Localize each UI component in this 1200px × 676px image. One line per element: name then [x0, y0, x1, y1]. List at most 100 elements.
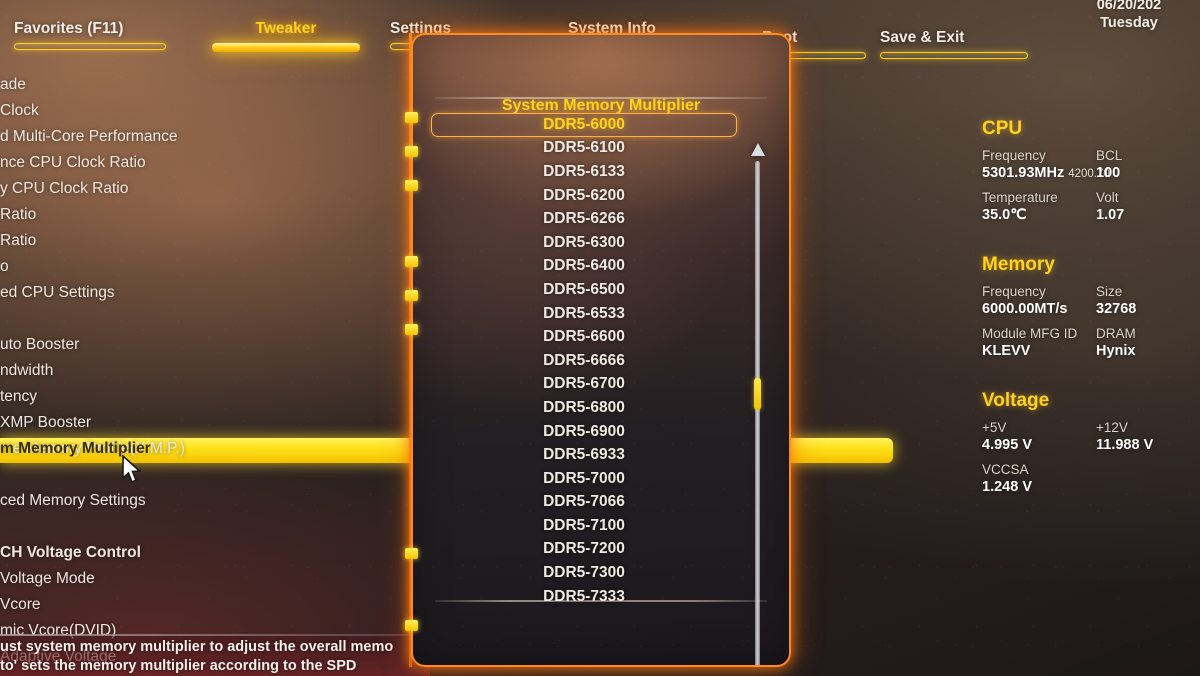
- cpu-voltage-value: 1.07: [1096, 207, 1125, 223]
- sidebar-row-marker: [405, 324, 418, 335]
- option-item[interactable]: DDR5-6300: [431, 231, 737, 255]
- sidebar-row-marker: [405, 256, 418, 267]
- scroll-up-arrow-icon[interactable]: [751, 143, 765, 156]
- sidebar-item-label: ced Memory Settings: [0, 492, 146, 509]
- sidebar-item[interactable]: Ratio: [0, 228, 410, 254]
- option-item[interactable]: DDR5-7066: [431, 491, 737, 515]
- sidebar-item[interactable]: tency: [0, 384, 410, 410]
- voltage-panel: Voltage +5V 4.995 V VCCSA 1.248 V +12V 1…: [982, 390, 1200, 504]
- option-label: DDR5-7300: [543, 564, 625, 582]
- mouse-cursor: [122, 455, 142, 484]
- option-item[interactable]: DDR5-7300: [431, 561, 737, 585]
- option-item[interactable]: DDR5-6800: [431, 396, 737, 420]
- sidebar-item[interactable]: ndwidth: [0, 358, 410, 384]
- memory-size-label: Size: [1096, 284, 1123, 299]
- nav-tab-label: Favorites (F11): [14, 20, 124, 37]
- memory-frequency-value: 6000.00MT/s: [982, 301, 1068, 317]
- option-item[interactable]: DDR5-7100: [431, 514, 737, 538]
- scrollbar-thumb[interactable]: [754, 378, 761, 410]
- sidebar-item-label: Vcore: [0, 596, 41, 613]
- scrollbar-track[interactable]: [755, 161, 760, 665]
- day-text: Tuesday: [1100, 14, 1158, 31]
- sidebar-item[interactable]: CH Voltage Control: [0, 540, 410, 566]
- sidebar-item-label: y CPU Clock Ratio: [0, 180, 129, 197]
- option-label: DDR5-6200: [543, 186, 625, 204]
- sidebar-item-label: uto Booster: [0, 336, 80, 353]
- sidebar-item[interactable]: ced Memory Settings: [0, 488, 410, 514]
- option-label: DDR5-6000: [543, 115, 625, 133]
- option-item[interactable]: DDR5-7000: [431, 467, 737, 491]
- option-item[interactable]: DDR5-6133: [431, 160, 737, 184]
- option-label: DDR5-6266: [543, 210, 625, 228]
- dialog-scrollbar[interactable]: [749, 141, 767, 665]
- cpu-bclk-label: BCL: [1096, 148, 1123, 163]
- sidebar-item-label: XMP Booster: [0, 414, 92, 431]
- memory-size-value: 32768: [1096, 301, 1137, 317]
- cpu-frequency-value: 5301.93MHz 4200.70: [982, 165, 1110, 181]
- option-item[interactable]: DDR5-6400: [431, 255, 737, 279]
- sidebar-row-marker: [405, 290, 418, 301]
- memory-panel-title: Memory: [982, 254, 1055, 275]
- sidebar-item[interactable]: XMP Booster: [0, 410, 410, 436]
- option-label: DDR5-6100: [543, 139, 625, 157]
- nav-tab-underline: [212, 43, 360, 52]
- option-item-selected[interactable]: DDR5-6000: [431, 113, 737, 137]
- memory-panel: Memory Frequency 6000.00MT/s Module MFG …: [982, 254, 1200, 368]
- option-label: DDR5-6133: [543, 162, 625, 180]
- sidebar-item[interactable]: [0, 462, 410, 488]
- sidebar-row-marker: [405, 112, 418, 123]
- option-item[interactable]: DDR5-7200: [431, 538, 737, 562]
- cpu-temperature-value: 35.0℃: [982, 207, 1027, 223]
- option-item[interactable]: DDR5-7333: [431, 585, 737, 609]
- option-label: DDR5-6700: [543, 375, 625, 393]
- sidebar-item[interactable]: Voltage Mode: [0, 566, 410, 592]
- voltage-12v-value: 11.988 V: [1096, 437, 1154, 453]
- sidebar-row-marker: [405, 180, 418, 191]
- sidebar-item[interactable]: y CPU Clock Ratio: [0, 176, 410, 202]
- nav-tab-underline: [14, 43, 166, 50]
- option-label: DDR5-6900: [543, 422, 625, 440]
- nav-tab-label: Tweaker: [255, 20, 317, 37]
- sidebar-item[interactable]: Ratio: [0, 202, 410, 228]
- sidebar-item[interactable]: ed CPU Settings: [0, 280, 410, 306]
- cpu-bclk-value: 100: [1096, 165, 1121, 181]
- memory-dram-value: Hynix: [1096, 343, 1136, 359]
- option-item[interactable]: DDR5-6700: [431, 373, 737, 397]
- memory-multiplier-option-list[interactable]: DDR5-6000 DDR5-6100 DDR5-6133 DDR5-6200 DDR5…: [431, 113, 737, 608]
- sidebar-item-label: d Multi-Core Performance: [0, 128, 178, 145]
- option-label: DDR5-6666: [543, 351, 625, 369]
- option-item[interactable]: DDR5-6200: [431, 184, 737, 208]
- option-item[interactable]: DDR5-6500: [431, 278, 737, 302]
- nav-tab-favorites-f11[interactable]: Favorites (F11): [14, 20, 166, 50]
- sidebar-item[interactable]: Clock: [0, 98, 410, 124]
- sidebar-item-label: o: [0, 258, 9, 275]
- option-item[interactable]: DDR5-6266: [431, 207, 737, 231]
- option-item[interactable]: DDR5-6533: [431, 302, 737, 326]
- help-text-bar: ust system memory multiplier to adjust t…: [0, 634, 430, 676]
- cpu-temperature-label: Temperature: [982, 190, 1058, 205]
- option-item[interactable]: DDR5-6100: [431, 137, 737, 161]
- option-label: DDR5-6533: [543, 304, 625, 322]
- option-label: DDR5-6933: [543, 446, 625, 464]
- help-line-2: to' sets the memory multiplier according…: [0, 658, 357, 675]
- sidebar-item[interactable]: ade: [0, 72, 410, 98]
- option-item[interactable]: DDR5-6600: [431, 325, 737, 349]
- nav-tab-tweaker[interactable]: Tweaker: [212, 20, 360, 52]
- option-label: DDR5-6400: [543, 257, 625, 275]
- sidebar-item[interactable]: o: [0, 254, 410, 280]
- nav-tab-save-exit[interactable]: Save & Exit: [880, 29, 1028, 59]
- option-label: DDR5-7200: [543, 540, 625, 558]
- option-item[interactable]: DDR5-6900: [431, 420, 737, 444]
- memory-mfg-value: KLEVV: [982, 343, 1031, 359]
- sidebar-item-label: ndwidth: [0, 362, 54, 379]
- option-item[interactable]: DDR5-6933: [431, 443, 737, 467]
- sidebar-item[interactable]: uto Booster: [0, 332, 410, 358]
- sidebar-item[interactable]: Vcore: [0, 592, 410, 618]
- option-item[interactable]: DDR5-6666: [431, 349, 737, 373]
- sidebar-item[interactable]: d Multi-Core Performance: [0, 124, 410, 150]
- voltage-vccsa-label: VCCSA: [982, 462, 1029, 477]
- date-text: 06/20/202: [1096, 0, 1162, 13]
- sidebar-item[interactable]: nce CPU Clock Ratio: [0, 150, 410, 176]
